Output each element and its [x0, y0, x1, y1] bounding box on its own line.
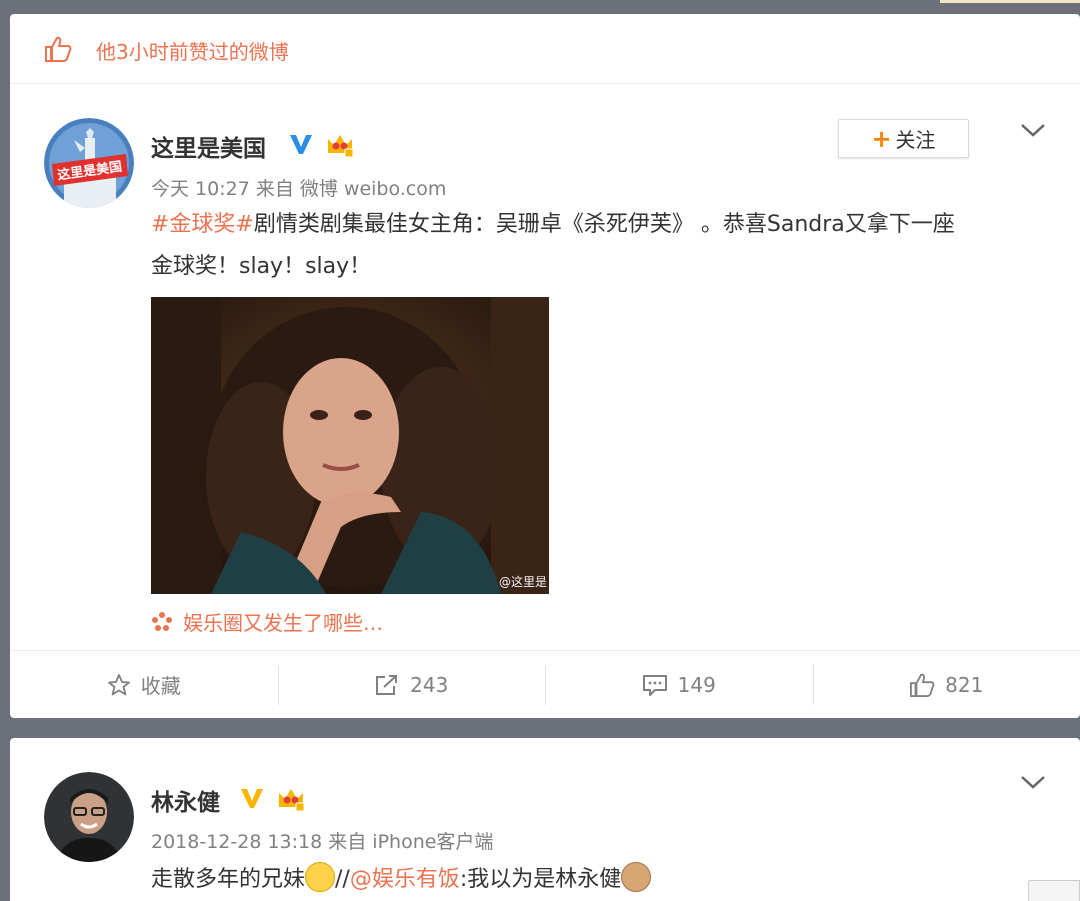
- verified-badge-icon: [241, 789, 263, 808]
- post-text-line2: 金球奖！slay！slay！: [151, 254, 372, 279]
- post-text: 走散多年的兄妹 //@娱乐有饭:我以为是林永健: [151, 859, 1051, 901]
- repost-slashes: //: [335, 867, 350, 892]
- post-meta: 2018-12-28 13:18 来自 iPhone客户端: [151, 831, 494, 853]
- post-text-line1: 剧情类剧集最佳女主角：吴珊卓《杀死伊芙》 。恭喜Sandra又拿下一座: [253, 212, 955, 237]
- follow-label: 关注: [895, 128, 936, 152]
- plus-icon: +: [871, 124, 892, 153]
- post-text: #金球奖#剧情类剧集最佳女主角：吴珊卓《杀死伊芙》 。恭喜Sandra又拿下一座…: [151, 204, 1051, 288]
- weibo-feed: 他3小时前赞过的微博 这里是美国 这里是美国 今天 10:27 来自 微博 we…: [0, 0, 1080, 901]
- star-icon: [107, 673, 130, 695]
- chevron-down-icon[interactable]: [1020, 774, 1046, 790]
- cat-emoji-icon: [621, 862, 652, 892]
- username[interactable]: 这里是美国: [151, 129, 266, 163]
- like-button[interactable]: 821: [812, 651, 1080, 718]
- post-card: 他3小时前赞过的微博 这里是美国 这里是美国 今天 10:27 来自 微博 we…: [10, 14, 1080, 718]
- post-meta: 今天 10:27 来自 微博 weibo.com: [151, 178, 447, 200]
- favorite-label: 收藏: [140, 674, 181, 698]
- liked-notice: 他3小时前赞过的微博: [10, 14, 1080, 84]
- username[interactable]: 林永健: [151, 783, 220, 817]
- follow-button[interactable]: + 关注: [838, 119, 969, 158]
- source-text: 娱乐圈又发生了哪些…: [183, 611, 383, 635]
- vip-crown-icon: [328, 135, 354, 158]
- avatar-image: [44, 772, 134, 862]
- repost-button[interactable]: 243: [277, 651, 546, 718]
- post-text-part: :我以为是林永健: [459, 867, 622, 892]
- thumbs-up-icon: [45, 36, 72, 62]
- share-icon: [376, 674, 398, 695]
- source-link[interactable]: 娱乐圈又发生了哪些…: [151, 607, 383, 636]
- image-watermark: @这里是: [499, 574, 547, 589]
- action-bar: 收藏 243 149 821: [10, 650, 1080, 718]
- avatar[interactable]: 这里是美国: [44, 118, 134, 208]
- like-count: 821: [945, 672, 984, 697]
- hashtag-link[interactable]: #金球奖#: [151, 212, 254, 237]
- liked-notice-text: 他3小时前赞过的微博: [96, 40, 289, 64]
- grin-emoji-icon: [305, 862, 336, 892]
- chevron-down-icon[interactable]: [1020, 122, 1046, 138]
- portrait-photo: @这里是: [151, 297, 549, 594]
- post-text-part: 走散多年的兄妹: [151, 867, 306, 892]
- thumbs-up-icon: [910, 673, 935, 697]
- mention-link[interactable]: @娱乐有饭: [350, 867, 460, 892]
- post-image[interactable]: @这里是: [151, 297, 549, 594]
- scroll-to-top-widget[interactable]: [1028, 880, 1080, 901]
- repost-count: 243: [410, 672, 449, 697]
- avatar-image: 这里是美国: [44, 118, 134, 208]
- top-strip: [940, 0, 1080, 3]
- comment-icon: [642, 674, 667, 696]
- comment-count: 149: [677, 672, 716, 697]
- favorite-button[interactable]: 收藏: [10, 651, 278, 718]
- vip-crown-icon: [279, 789, 305, 812]
- sparkle-icon: [152, 611, 172, 631]
- post-card: 林永健 2018-12-28 13:18 来自 iPhone客户端 走散多年的兄…: [10, 738, 1080, 901]
- comment-button[interactable]: 149: [545, 651, 813, 718]
- avatar[interactable]: [44, 772, 134, 862]
- verified-badge-icon: [290, 135, 312, 154]
